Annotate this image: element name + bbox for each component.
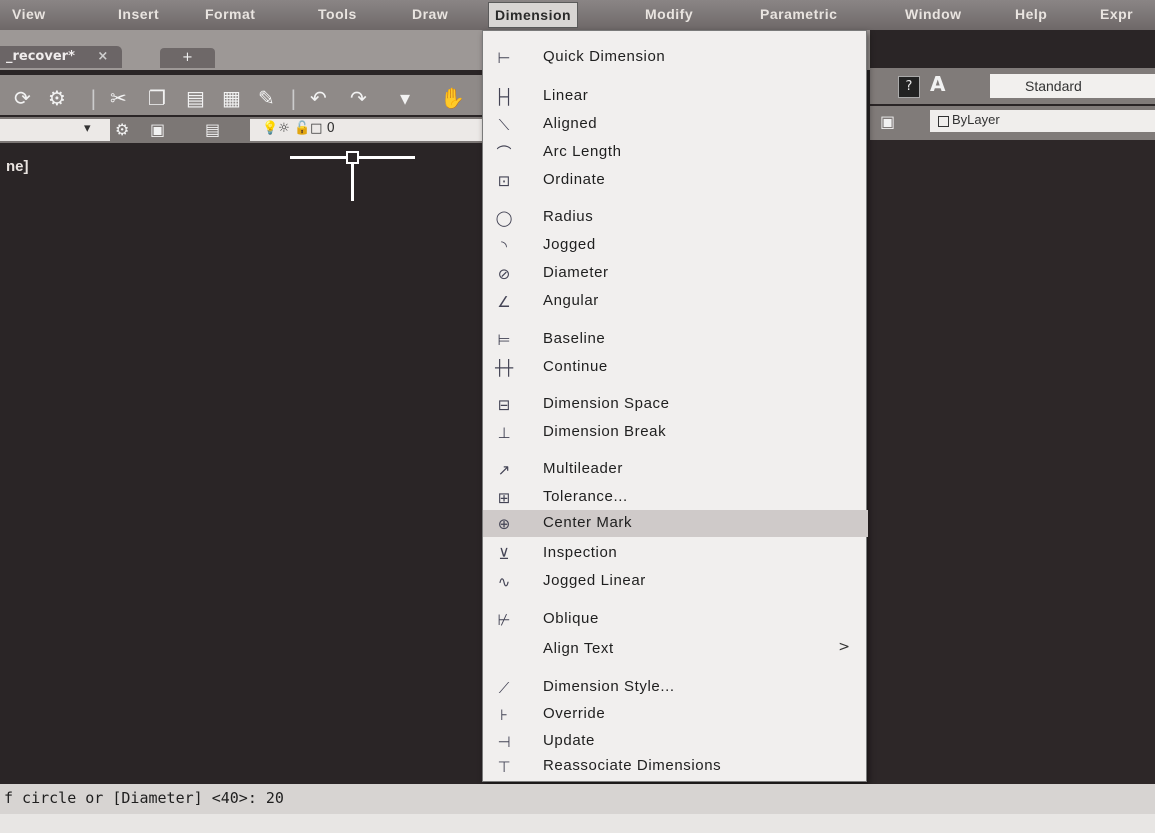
- ordinate-icon: ⊡: [497, 172, 511, 190]
- menu-bar: View Insert Format Tools Draw Dimension …: [0, 0, 1155, 30]
- tolerance-icon: ⊞: [497, 489, 511, 507]
- layer-states-icon[interactable]: ▣: [150, 120, 165, 139]
- menu-item-update[interactable]: ⊣ Update: [483, 728, 868, 755]
- plus-icon: +: [182, 50, 193, 65]
- cut-icon[interactable]: ✂: [110, 86, 127, 110]
- undo-icon[interactable]: ↶: [310, 86, 327, 110]
- layer-properties-icon[interactable]: ▤: [205, 120, 220, 139]
- menu-item-inspection[interactable]: ⊻ Inspection: [483, 540, 868, 567]
- help-icon[interactable]: ?: [898, 76, 920, 98]
- menu-help[interactable]: Help: [1015, 6, 1047, 22]
- menu-item-continue[interactable]: ┼┼ Continue: [483, 354, 868, 381]
- match-properties-icon[interactable]: ▦: [222, 86, 241, 110]
- redo-icon[interactable]: ⟳: [14, 86, 31, 110]
- command-line-text: f circle or [Diameter] <40>: 20: [4, 789, 284, 807]
- menu-parametric[interactable]: Parametric: [760, 6, 837, 22]
- drawing-canvas-right[interactable]: [868, 140, 1155, 784]
- angular-icon: ∠: [497, 293, 511, 311]
- gear-icon[interactable]: ⚙: [115, 120, 129, 139]
- menu-item-jogged-linear[interactable]: ∿ Jogged Linear: [483, 568, 868, 595]
- jogged-linear-icon: ∿: [497, 573, 511, 591]
- multileader-icon: ↗: [497, 461, 511, 479]
- separator-icon: |: [290, 86, 297, 110]
- layer-status-icons: 💡☼ 🔓□ 0: [262, 121, 335, 136]
- text-style-dropdown[interactable]: Standard: [990, 74, 1155, 98]
- menu-item-multileader[interactable]: ↗ Multileader: [483, 456, 868, 483]
- crosshair-pickbox: [346, 151, 359, 164]
- continue-icon: ┼┼: [494, 359, 514, 377]
- menu-item-aligned[interactable]: ⟍ Aligned: [483, 111, 868, 138]
- jogged-icon: ◝: [501, 237, 507, 255]
- dropdown-icon[interactable]: ▾: [400, 86, 410, 110]
- viewport-label[interactable]: ne]: [6, 158, 29, 175]
- dimension-style-icon: ⟋: [498, 679, 510, 697]
- menu-item-diameter[interactable]: ⊘ Diameter: [483, 260, 868, 287]
- menu-dimension[interactable]: Dimension: [488, 2, 579, 28]
- menu-item-radius[interactable]: ◯ Radius: [483, 204, 868, 231]
- update-icon: ⊣: [497, 733, 511, 751]
- oblique-icon: ⊬: [497, 611, 511, 629]
- menu-item-jogged[interactable]: ◝ Jogged: [483, 232, 868, 259]
- text-style-icon[interactable]: A: [930, 72, 945, 96]
- redo-arrow-icon[interactable]: ↷: [350, 86, 367, 110]
- copy-icon[interactable]: ❐: [148, 86, 166, 110]
- chevron-right-icon: >: [838, 639, 850, 655]
- palette-icon[interactable]: ▣: [880, 112, 895, 131]
- settings-icon[interactable]: ⚙: [48, 86, 66, 110]
- menu-insert[interactable]: Insert: [118, 6, 159, 22]
- radius-icon: ◯: [495, 209, 513, 227]
- diameter-icon: ⊘: [497, 265, 511, 283]
- file-tab-label: _recover*: [6, 49, 75, 64]
- menu-tools[interactable]: Tools: [318, 6, 357, 22]
- menu-item-dimension-break[interactable]: ⊥ Dimension Break: [483, 419, 868, 446]
- command-input-strip[interactable]: [0, 814, 1155, 833]
- pan-icon[interactable]: ✋: [440, 86, 465, 110]
- menu-modify[interactable]: Modify: [645, 6, 693, 22]
- menu-item-align-text[interactable]: Align Text >: [483, 636, 868, 663]
- chevron-down-icon[interactable]: ▾: [84, 121, 91, 136]
- menu-window[interactable]: Window: [905, 6, 962, 22]
- new-tab-button[interactable]: +: [160, 48, 215, 68]
- menu-item-tolerance[interactable]: ⊞ Tolerance...: [483, 484, 868, 511]
- menu-item-dimension-style[interactable]: ⟋ Dimension Style...: [483, 674, 868, 701]
- paste-icon[interactable]: ▤: [186, 86, 205, 110]
- aligned-icon: ⟍: [498, 116, 510, 134]
- menu-item-linear[interactable]: ├┤ Linear: [483, 83, 868, 110]
- separator-icon: |: [90, 86, 97, 110]
- menu-item-arc-length[interactable]: ⌒ Arc Length: [483, 139, 868, 166]
- quick-dimension-icon: ⊢: [497, 49, 511, 67]
- menu-item-override[interactable]: ⊦ Override: [483, 701, 868, 728]
- baseline-icon: ⊨: [497, 331, 511, 349]
- menu-item-quick-dimension[interactable]: ⊢ Quick Dimension: [483, 44, 868, 71]
- dimension-menu: ⊢ Quick Dimension ├┤ Linear ⟍ Aligned ⌒ Arc …: [482, 30, 868, 782]
- close-icon[interactable]: ×: [97, 49, 108, 64]
- menu-item-angular[interactable]: ∠ Angular: [483, 288, 868, 315]
- menu-item-ordinate[interactable]: ⊡ Ordinate: [483, 167, 868, 194]
- linear-icon: ├┤: [494, 88, 514, 106]
- menu-item-center-mark[interactable]: ⊕ Center Mark: [483, 510, 868, 537]
- menu-view[interactable]: View: [12, 6, 46, 22]
- override-icon: ⊦: [500, 706, 508, 724]
- layer-name: 0: [326, 121, 335, 136]
- color-value: ByLayer: [952, 112, 1000, 127]
- reassociate-dimensions-icon: ⊤: [497, 758, 511, 776]
- center-mark-icon: ⊕: [497, 515, 511, 533]
- brush-icon[interactable]: ✎: [258, 86, 275, 110]
- menu-item-reassociate-dimensions[interactable]: ⊤ Reassociate Dimensions: [483, 753, 868, 780]
- color-swatch-icon: [938, 116, 949, 127]
- menu-draw[interactable]: Draw: [412, 6, 448, 22]
- arc-length-icon: ⌒: [496, 144, 512, 162]
- dimension-space-icon: ⊟: [497, 396, 511, 414]
- file-tab[interactable]: _recover* ×: [0, 46, 123, 68]
- menu-item-baseline[interactable]: ⊨ Baseline: [483, 326, 868, 353]
- quick-access-toolbar: [0, 75, 490, 115]
- menu-item-oblique[interactable]: ⊬ Oblique: [483, 606, 868, 633]
- menu-express[interactable]: Expr: [1100, 6, 1133, 22]
- layer-combo[interactable]: [0, 119, 110, 141]
- inspection-icon: ⊻: [498, 545, 510, 563]
- menu-format[interactable]: Format: [205, 6, 255, 22]
- dimension-break-icon: ⊥: [497, 424, 511, 442]
- menu-item-dimension-space[interactable]: ⊟ Dimension Space: [483, 391, 868, 418]
